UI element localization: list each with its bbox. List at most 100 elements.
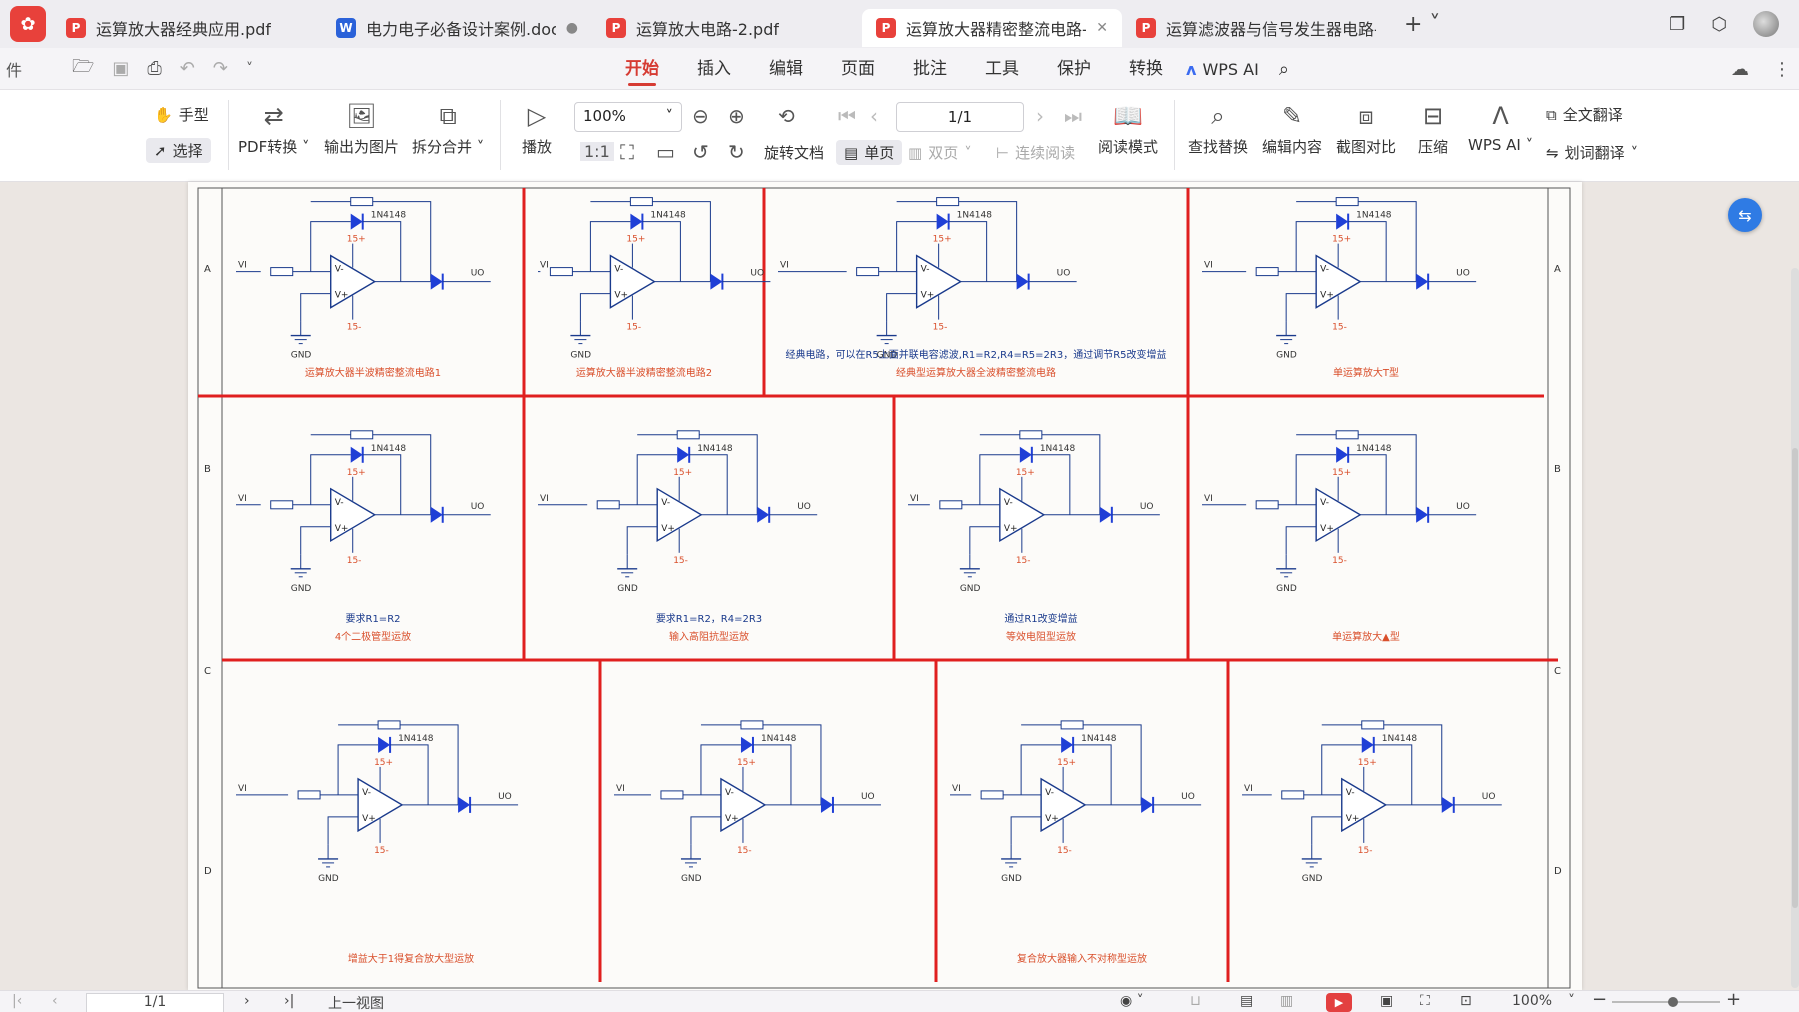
fit-width-icon[interactable]: ▭	[656, 140, 675, 164]
double-page-view-icon[interactable]: ▥	[1280, 993, 1293, 1009]
fit-width-icon[interactable]: ⊡	[1460, 993, 1472, 1009]
floating-assistant-icon[interactable]: ⇆	[1728, 198, 1762, 232]
zoom-out-icon[interactable]: ⊖	[692, 104, 709, 128]
tab-1[interactable]: P 运算放大器经典应用.pdf	[52, 9, 322, 47]
fit-icon[interactable]: ⊔	[1190, 993, 1201, 1009]
export-image-button[interactable]: 🖼 输出为图片	[324, 102, 399, 157]
wps-ai-button[interactable]: Ʌ WPS AI ˅	[1468, 102, 1533, 154]
window-restore-icon[interactable]: ❐	[1669, 14, 1685, 35]
rotate-left-icon[interactable]: ↺	[692, 140, 709, 164]
find-replace-button[interactable]: ⌕ 查找替换	[1188, 102, 1248, 157]
edit-content-button[interactable]: ✎ 编辑内容	[1262, 102, 1322, 157]
tab-3[interactable]: P 运算放大电路-2.pdf	[592, 9, 862, 47]
rotate-page-icon[interactable]: ⟲	[778, 104, 795, 128]
fullscreen-icon[interactable]: ⛶	[1420, 993, 1430, 1009]
menu-convert[interactable]: 转换	[1110, 48, 1182, 90]
next-page-icon[interactable]: ›	[1036, 104, 1044, 128]
fit-page-icon[interactable]: ⛶	[620, 140, 634, 164]
close-tab-icon[interactable]: ✕	[1096, 20, 1108, 36]
cloud-icon[interactable]: ☁	[1731, 59, 1749, 80]
tab-4-active[interactable]: P 运算放大器精密整流电路-2 ✕	[862, 9, 1122, 47]
last-page-icon[interactable]: ⏭	[1064, 104, 1082, 128]
diode-label: 1N4148	[957, 211, 993, 221]
compress-button[interactable]: ⊟ 压缩	[1418, 102, 1448, 157]
resistor-symbol	[1361, 720, 1385, 730]
read-mode-button[interactable]: 📖 阅读模式	[1098, 102, 1158, 157]
menu-insert[interactable]: 插入	[678, 48, 750, 90]
input-label: VI	[952, 784, 961, 794]
last-page-icon[interactable]: ›|	[284, 993, 294, 1009]
prev-page-icon[interactable]: ‹	[52, 993, 58, 1009]
play-icon[interactable]: ▶	[1326, 993, 1352, 1012]
word-translate-button[interactable]: ⇋ 划词翻译 ˅	[1546, 142, 1638, 163]
circuit-note: 要求R1=R2	[346, 613, 401, 625]
scroll-thumb[interactable]	[1792, 448, 1798, 908]
previous-view-button[interactable]: 上一视图	[328, 993, 384, 1012]
circuit-note: 通过R1改变增益	[1004, 612, 1077, 625]
menu-edit[interactable]: 编辑	[750, 48, 822, 90]
zoom-in-icon[interactable]: ⊕	[728, 104, 745, 128]
print-icon[interactable]: ⎙	[147, 58, 161, 79]
first-page-icon[interactable]: ⏮	[838, 104, 856, 128]
opamp-pin-label: V-	[335, 498, 344, 508]
rotate-right-icon[interactable]: ↻	[728, 140, 745, 164]
status-page-input[interactable]: 1/1	[86, 993, 224, 1012]
chevron-down-icon: ˅	[665, 107, 674, 125]
save-icon[interactable]: ▣	[112, 58, 129, 79]
vertical-scrollbar[interactable]	[1791, 268, 1799, 988]
play-button[interactable]: ▷ 播放	[522, 102, 552, 157]
file-menu[interactable]: 件	[6, 57, 22, 81]
continuous-read-button[interactable]: ⊢ 连续阅读	[996, 142, 1075, 163]
ground-label: GND	[1276, 351, 1297, 361]
pdf-convert-button[interactable]: ⇄ PDF转换 ˅	[238, 102, 310, 157]
opamp-pin-label: V-	[921, 265, 930, 275]
menu-page[interactable]: 页面	[822, 48, 894, 90]
tab-5[interactable]: P 运算滤波器与信号发生器电路-2.p	[1122, 9, 1390, 47]
zoom-select[interactable]: 100% ˅	[574, 102, 682, 132]
single-page-button[interactable]: ▤ 单页	[836, 140, 903, 165]
rotate-document-button[interactable]: 旋转文档	[764, 142, 824, 163]
hand-tool-button[interactable]: ✋ 手型	[154, 104, 209, 125]
page-input[interactable]: 1/1	[896, 102, 1024, 132]
zoom-slider[interactable]	[1612, 997, 1720, 1007]
menu-protect[interactable]: 保护	[1038, 48, 1110, 90]
output-label: UO	[498, 792, 512, 802]
select-tool-button[interactable]: ➚ 选择	[146, 138, 211, 163]
search-icon[interactable]: ⌕	[1279, 59, 1289, 80]
undo-icon[interactable]: ↶	[180, 58, 195, 79]
next-page-icon[interactable]: ›	[244, 993, 250, 1009]
double-page-button[interactable]: ▥ 双页 ˅	[908, 142, 972, 163]
first-page-icon[interactable]: |‹	[12, 993, 22, 1009]
menu-start[interactable]: 开始	[606, 48, 678, 90]
redo-icon[interactable]: ↷	[213, 58, 228, 79]
menu-tools[interactable]: 工具	[966, 48, 1038, 90]
cube-icon[interactable]: ⬡	[1711, 14, 1727, 35]
menu-wps-ai[interactable]: ᴧ WPS AI ⌕	[1186, 48, 1289, 90]
input-label: VI	[780, 261, 789, 271]
zoom-out-icon[interactable]: −	[1592, 989, 1607, 1010]
zoom-dropdown-icon[interactable]: ˅	[1568, 993, 1575, 1009]
prev-page-icon[interactable]: ‹	[870, 104, 878, 128]
document-area[interactable]: A A B B C C D D VI 1N4148 V- V+ 15+ 15- GND UO 运算放大器半波精密…	[0, 182, 1799, 990]
wire	[642, 221, 681, 282]
select-label: 选择	[172, 142, 203, 160]
zoom-in-icon[interactable]: +	[1726, 989, 1741, 1010]
chevron-down-icon[interactable]: ˅	[246, 61, 253, 77]
tab-2[interactable]: W 电力电子必备设计案例.docx ●	[322, 9, 592, 47]
actual-size-icon[interactable]: 1:1	[580, 142, 614, 161]
status-zoom-value[interactable]: 100%	[1512, 993, 1552, 1009]
read-view-icon[interactable]: ▣	[1380, 993, 1393, 1009]
avatar[interactable]	[1753, 11, 1779, 37]
word-icon: W	[336, 18, 356, 38]
menu-annotate[interactable]: 批注	[894, 48, 966, 90]
split-merge-button[interactable]: ⧉ 拆分合并 ˅	[412, 102, 484, 157]
more-icon[interactable]: ⋮	[1773, 59, 1791, 80]
single-page-view-icon[interactable]: ▤	[1240, 993, 1253, 1009]
open-folder-icon[interactable]: 🗁	[72, 54, 94, 84]
eye-icon[interactable]: ◉ ˅	[1120, 993, 1144, 1009]
zoom-slider-knob[interactable]	[1668, 997, 1678, 1007]
new-tab-icon[interactable]: + ˅	[1404, 12, 1440, 37]
full-translate-button[interactable]: ⧉ 全文翻译	[1546, 104, 1623, 125]
wps-logo-icon[interactable]: ✿	[10, 6, 46, 42]
screenshot-compare-button[interactable]: ⧈ 截图对比	[1336, 102, 1396, 157]
